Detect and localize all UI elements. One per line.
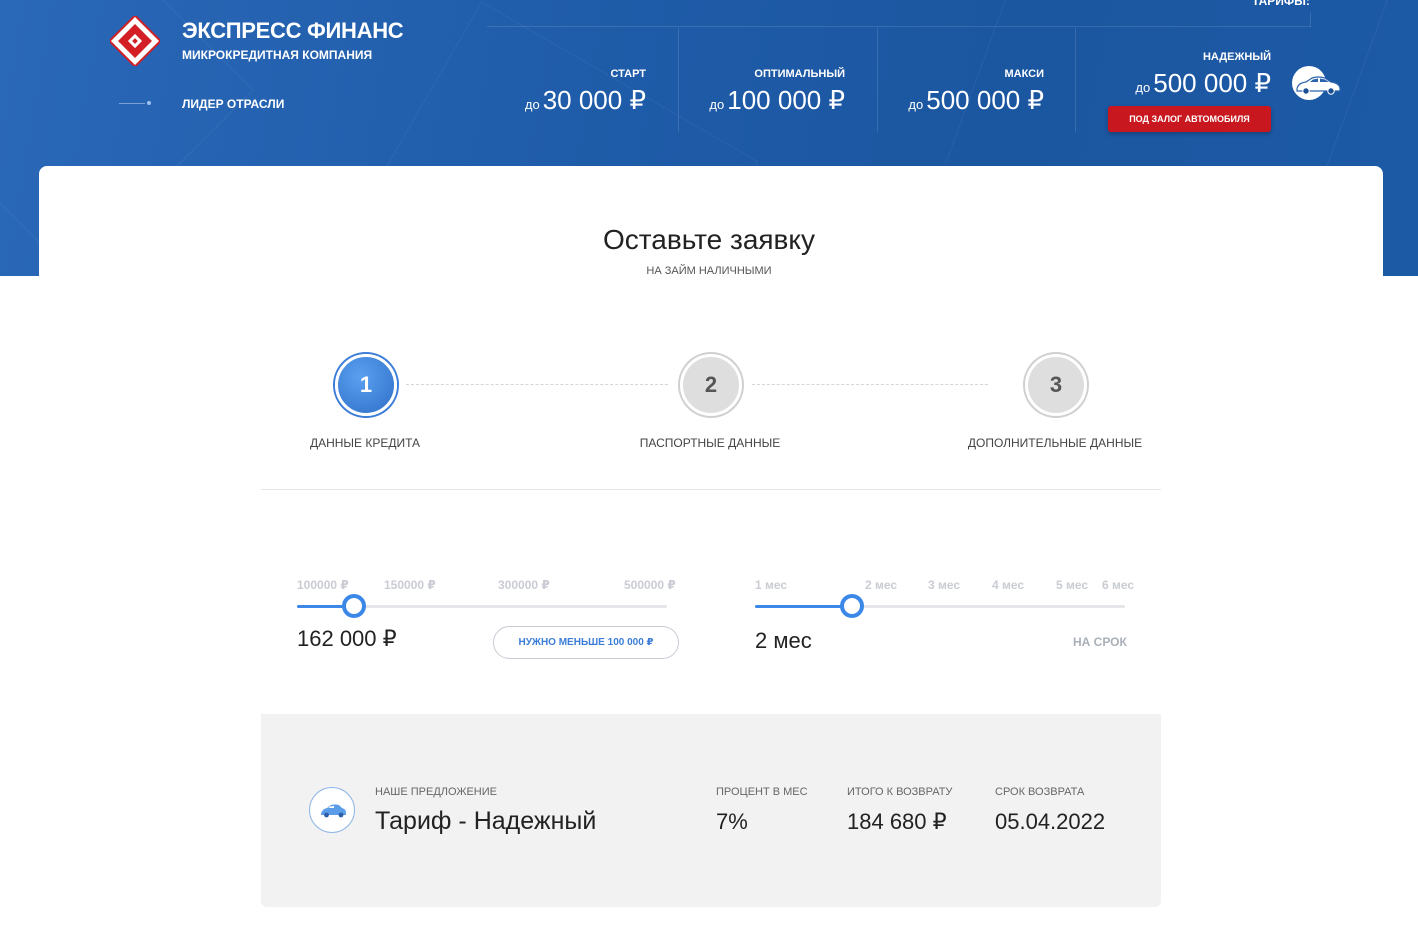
tariff-amount-value: 500 000 ₽ — [926, 85, 1044, 115]
term-tick[interactable]: 6 мес — [1102, 578, 1134, 592]
tariff-reliable-name[interactable]: НАДЕЖНЫЙ — [1203, 51, 1271, 63]
step-3-label: ДОПОЛНИТЕЛЬНЫЕ ДАННЫЕ — [967, 436, 1143, 450]
offer-tariff-name: Тариф - Надежный — [375, 807, 597, 835]
offer-badge — [309, 787, 355, 833]
term-tick[interactable]: 3 мес — [928, 578, 960, 592]
amount-tick[interactable]: 100000 ₽ — [297, 578, 349, 592]
step-1-circle[interactable]: 1 — [335, 354, 397, 416]
brand-subtitle: МИКРОКРЕДИТНАЯ КОМПАНИЯ — [182, 48, 373, 62]
tariff-maxi-amount[interactable]: до 500 000 ₽ — [908, 85, 1044, 116]
due-value: 05.04.2022 — [995, 809, 1106, 834]
step-3-circle[interactable]: 3 — [1025, 354, 1087, 416]
tariff-optimal-amount[interactable]: до 100 000 ₽ — [709, 85, 845, 116]
step-connector — [752, 384, 988, 385]
amount-tick[interactable]: 500000 ₽ — [624, 578, 676, 592]
tariff-prefix: до — [709, 97, 725, 112]
due-caption: СРОК ВОЗВРАТА — [995, 786, 1085, 798]
leader-line — [119, 103, 145, 104]
tariff-separator — [1075, 28, 1076, 132]
tariff-amount-value: 100 000 ₽ — [727, 85, 845, 115]
car-icon — [321, 804, 346, 818]
tariff-reliable-amount[interactable]: до 500 000 ₽ — [1135, 68, 1271, 99]
step-2-label: ПАСПОРТНЫЕ ДАННЫЕ — [639, 436, 781, 450]
term-slider-handle[interactable] — [840, 594, 864, 618]
total-caption: ИТОГО К ВОЗВРАТУ — [847, 786, 953, 798]
tariff-start-name[interactable]: СТАРТ — [610, 68, 646, 80]
step-2-circle[interactable]: 2 — [680, 354, 742, 416]
collateral-button[interactable]: ПОД ЗАЛОГ АВТОМОБИЛЯ — [1108, 106, 1271, 132]
less-amount-button[interactable]: НУЖНО МЕНЬШЕ 100 000 ₽ — [493, 626, 679, 659]
brand-logo-icon[interactable] — [110, 16, 160, 66]
tariff-prefix: до — [908, 97, 924, 112]
term-tick[interactable]: 4 мес — [992, 578, 1024, 592]
tariff-maxi-name[interactable]: МАКСИ — [1004, 68, 1044, 80]
car-icon — [1296, 76, 1341, 95]
leader-text: ЛИДЕР ОТРАСЛИ — [182, 97, 285, 111]
tariff-frame — [1310, 12, 1311, 27]
tariff-separator — [678, 28, 679, 132]
leader-dot — [147, 101, 151, 105]
amount-tick[interactable]: 300000 ₽ — [498, 578, 550, 592]
amount-value: 162 000 ₽ — [297, 626, 397, 651]
form-subtitle: НА ЗАЙМ НАЛИЧНЫМИ — [646, 265, 772, 277]
offer-caption: НАШЕ ПРЕДЛОЖЕНИЕ — [375, 786, 497, 798]
term-tick[interactable]: 5 мес — [1056, 578, 1088, 592]
tariff-amount-value: 30 000 ₽ — [542, 85, 646, 115]
amount-slider-handle[interactable] — [342, 594, 366, 618]
tariff-prefix: до — [1135, 80, 1151, 95]
tariffs-title: ТАРИФЫ: — [1252, 0, 1310, 8]
tariff-optimal-name[interactable]: ОПТИМАЛЬНЫЙ — [754, 68, 845, 80]
tariff-separator — [877, 28, 878, 132]
step-1-label: ДАННЫЕ КРЕДИТА — [309, 436, 421, 450]
term-tick[interactable]: 2 мес — [865, 578, 897, 592]
section-divider — [261, 489, 1161, 490]
rate-caption: ПРОЦЕНТ В МЕС — [716, 786, 808, 798]
tariff-amount-value: 500 000 ₽ — [1153, 68, 1271, 98]
form-title: Оставьте заявку — [602, 224, 815, 255]
tariff-prefix: до — [524, 97, 540, 112]
amount-tick[interactable]: 150000 ₽ — [384, 578, 436, 592]
term-slider-fill — [755, 605, 852, 608]
term-label: НА СРОК — [1073, 635, 1127, 649]
rate-value: 7% — [716, 809, 748, 834]
brand-title: ЭКСПРЕСС ФИНАНС — [182, 18, 404, 43]
total-value: 184 680 ₽ — [847, 809, 947, 834]
tariff-start-amount[interactable]: до 30 000 ₽ — [525, 85, 646, 116]
step-connector — [406, 384, 668, 385]
term-tick[interactable]: 1 мес — [755, 578, 787, 592]
term-value: 2 мес — [755, 628, 812, 653]
tariff-frame — [487, 26, 1311, 27]
